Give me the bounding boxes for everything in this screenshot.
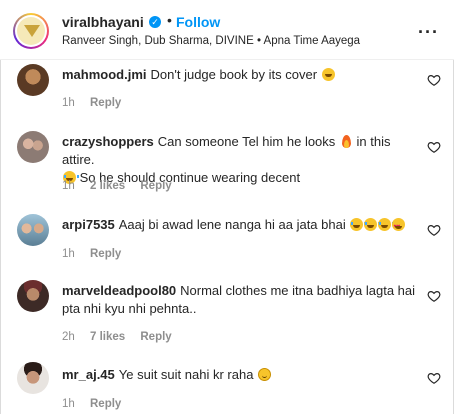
likes-count[interactable]: 7 likes [90,331,125,343]
comment-item: arpi7535 Aaaj bi awad lene nanga hi aa ja… [0,210,452,270]
comment-time: 1h [62,398,75,410]
grinning-squint-face-icon [321,68,335,81]
comment-meta: 1h Reply [62,398,133,410]
comment-username[interactable]: mr_aj.45 [62,367,115,382]
comment-content: Can someone Tel him he looks [157,134,336,149]
comment-content: Ye suit suit nahi kr raha [118,367,254,382]
slightly-smiling-face-icon [258,368,272,381]
author-avatar[interactable] [13,13,49,49]
comment-username[interactable]: marveldeadpool80 [62,283,176,298]
heart-outline-icon[interactable] [427,140,441,154]
comment-time: 1h [62,248,75,260]
brand-logo-icon [17,17,45,45]
author-username[interactable]: viralbhayani [62,14,144,30]
comment-item: marveldeadpool80 Normal clothes me itna b… [0,276,452,351]
reply-button[interactable]: Reply [90,97,121,109]
comment-text: marveldeadpool80 Normal clothes me itna b… [62,282,417,318]
reply-button[interactable]: Reply [140,331,171,343]
comment-text: arpi7535 Aaaj bi awad lene nanga hi aa ja… [62,216,417,236]
avatar[interactable] [17,64,49,96]
heart-outline-icon[interactable] [427,371,441,385]
comment-content: Aaaj bi awad lene nanga hi aa jata bhai [118,217,346,232]
heart-outline-icon[interactable] [427,223,441,237]
comment-text: mahmood.jmi Don't judge book by its cover [62,66,417,84]
face-with-tears-of-joy-icon [350,218,367,231]
comment-text: crazyshoppers Can someone Tel him he look… [62,133,417,187]
avatar[interactable] [17,362,49,394]
comment-username[interactable]: mahmood.jmi [62,67,147,82]
comment-item: crazyshoppers Can someone Tel him he look… [0,127,452,202]
comment-time: 2h [62,331,75,343]
post-header: viralbhayani ✓ • Follow Ranveer Singh, D… [0,0,454,60]
heart-outline-icon[interactable] [427,289,441,303]
verified-badge-icon: ✓ [149,16,161,28]
more-options-icon[interactable]: ··· [418,22,439,43]
comment-item: mahmood.jmi Don't judge book by its cover… [0,60,452,120]
comment-content: Don't judge book by its cover [150,67,318,82]
comment-time: 1h [62,180,75,192]
comment-meta: 2h 7 likes Reply [62,331,184,343]
reply-button[interactable]: Reply [90,248,121,260]
fire-icon [340,135,353,148]
comment-time: 1h [62,97,75,109]
comment-meta: 1h Reply [62,248,133,260]
face-with-tears-of-joy-icon [378,218,395,231]
comment-meta: 1h 2 likes Reply [62,180,184,192]
face-with-tears-of-joy-icon [364,218,381,231]
comment-username[interactable]: crazyshoppers [62,134,154,149]
comment-item: mr_aj.45 Ye suit suit nahi kr raha 1h Rep… [0,358,452,414]
avatar[interactable] [17,131,49,163]
smiling-face-with-heart-eyes-icon [392,218,406,236]
reply-button[interactable]: Reply [90,398,121,410]
audio-credit[interactable]: Ranveer Singh, Dub Sharma, DIVINE • Apna… [62,35,360,47]
avatar[interactable] [17,280,49,312]
likes-count[interactable]: 2 likes [90,180,125,192]
comment-username[interactable]: arpi7535 [62,217,115,232]
comment-meta: 1h Reply [62,97,133,109]
follow-button[interactable]: Follow [176,14,220,30]
separator-dot: • [167,12,172,28]
avatar[interactable] [17,214,49,246]
reply-button[interactable]: Reply [140,180,171,192]
comment-text: mr_aj.45 Ye suit suit nahi kr raha [62,366,417,384]
heart-outline-icon[interactable] [427,73,441,87]
